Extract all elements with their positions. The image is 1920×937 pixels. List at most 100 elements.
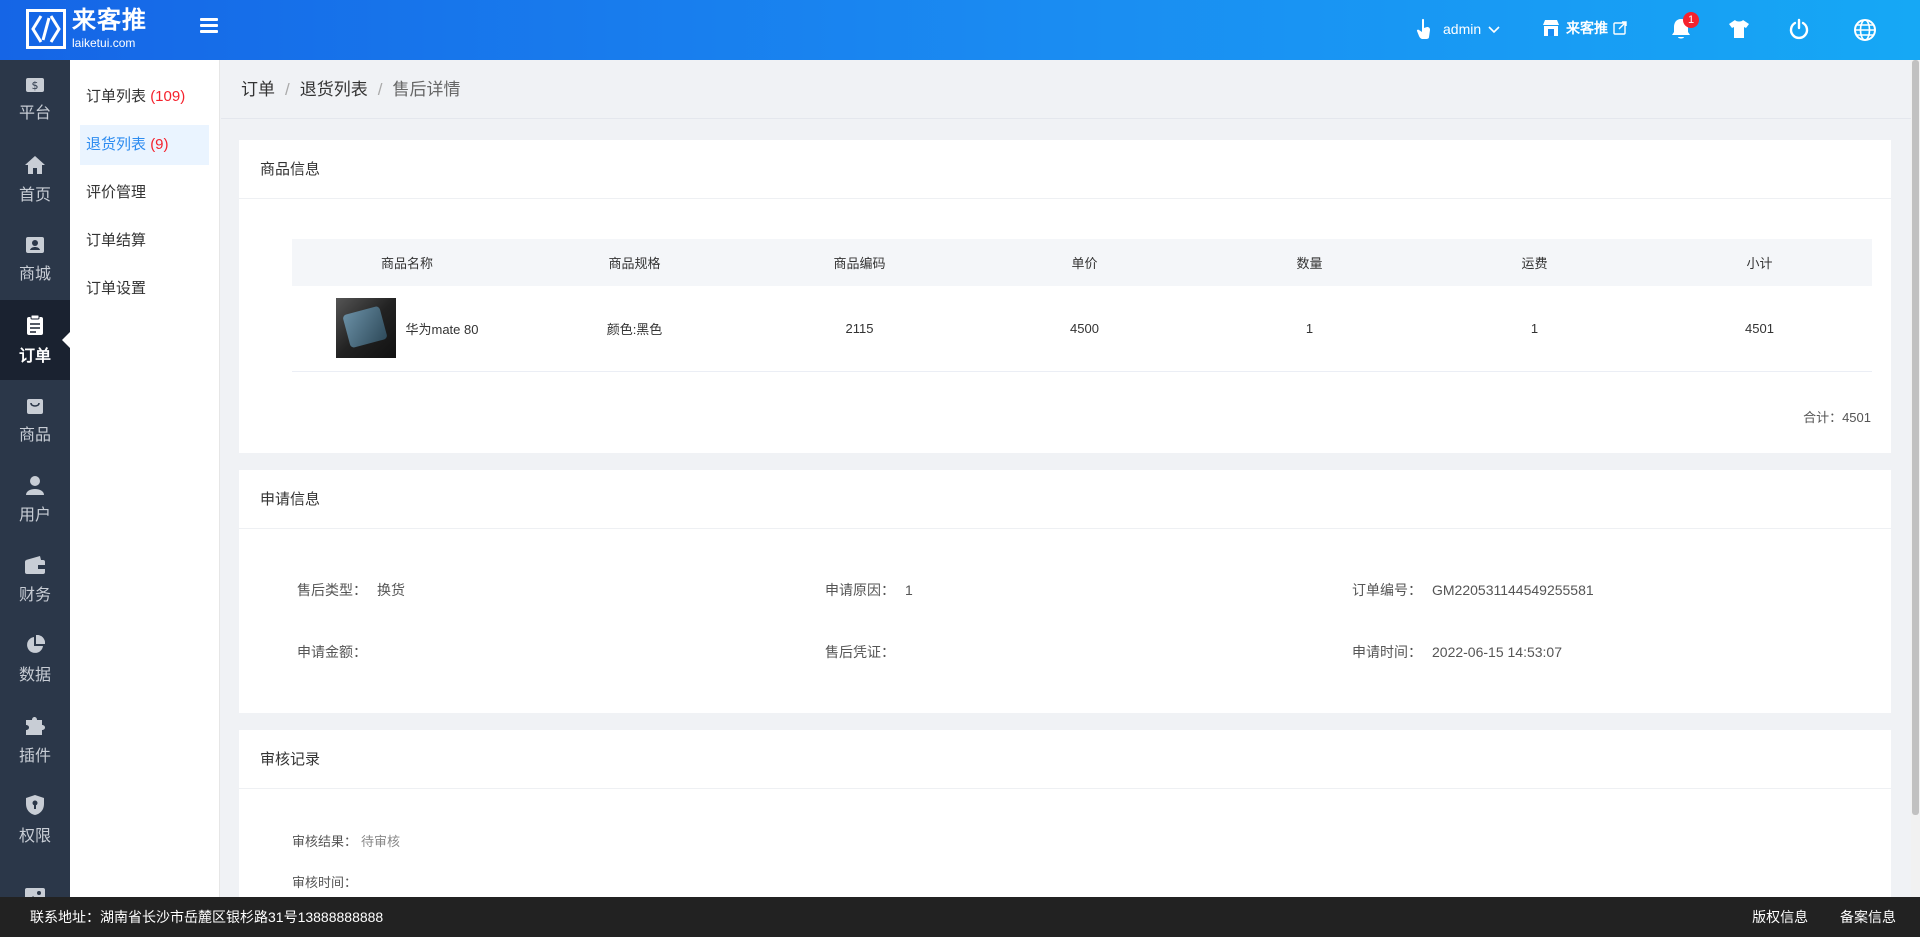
total-value: 4501 (1842, 410, 1871, 425)
logout-button[interactable] (1788, 18, 1810, 40)
nav-label: 商城 (18, 266, 51, 283)
aftersale-type-value: 换货 (377, 582, 405, 598)
product-price: 4500 (972, 286, 1197, 372)
subnav-label: 订单列表 (86, 88, 147, 105)
nav-item-platform[interactable]: $ 平台 (0, 60, 70, 140)
nav-item-users[interactable]: 用户 (0, 460, 70, 540)
subnav-count: (9) (150, 136, 169, 153)
order-number-value: GM220531144549255581 (1432, 582, 1594, 598)
product-qty: 1 (1197, 286, 1422, 372)
nav-item-mall[interactable]: 商城 (0, 220, 70, 300)
nav-label: 平台 (18, 105, 51, 122)
goods-info-card: 商品信息 商品名称 商品规格 商品编码 单价 数量 运费 小计 华为mate 8… (239, 140, 1891, 453)
nav-label: 用户 (18, 507, 51, 524)
logo-mark-icon (26, 9, 66, 49)
logo-name: 来客推 (72, 7, 147, 34)
apply-info-card: 申请信息 售后类型： 换货 申请原因： 1 订单编号： GM2205311445492… (239, 470, 1891, 713)
column-header: 商品名称 (292, 239, 522, 286)
footer-address: 联系地址：湖南省长沙市岳麓区银杉路31号13888888888 (30, 909, 384, 925)
user-name: admin (1443, 21, 1482, 37)
shirt-icon (1729, 20, 1749, 38)
breadcrumb: 订单 / 退货列表 / 售后详情 (221, 60, 1912, 119)
audit-result-value: 待审核 (361, 834, 401, 849)
wallet-icon (25, 556, 45, 574)
copyright-link[interactable]: 版权信息 (1752, 909, 1808, 925)
nav-item-orders[interactable]: 订单 (0, 300, 70, 380)
audit-record-card: 审核记录 审核结果： 待审核 审核时间： (239, 730, 1891, 897)
theme-button[interactable] (1728, 18, 1750, 40)
total-label: 合计： (1803, 410, 1843, 425)
product-code: 2115 (747, 286, 972, 372)
store-icon (26, 237, 44, 253)
nav-label: 权限 (18, 828, 51, 845)
nav-item-plugins[interactable]: 插件 (0, 700, 70, 780)
card-title: 商品信息 (239, 140, 1891, 199)
nav-label: 商品 (18, 427, 51, 444)
nav-item-media[interactable] (0, 860, 70, 897)
pie-chart-icon (27, 635, 45, 653)
chevron-down-icon (1488, 26, 1500, 34)
user-hand-icon (1416, 18, 1430, 39)
nav-label: 插件 (18, 748, 51, 765)
nav-item-permissions[interactable]: 权限 (0, 780, 70, 860)
card-title: 申请信息 (239, 470, 1891, 529)
subnav-settings[interactable]: 订单设置 (80, 269, 209, 309)
subnav-reviews[interactable]: 评价管理 (80, 173, 209, 213)
aftersale-type: 售后类型： 换货 (297, 582, 405, 598)
notification-bell[interactable]: 1 (1670, 12, 1699, 41)
product-spec: 颜色:黑色 (522, 286, 747, 372)
logo-domain: laiketui.com (72, 36, 136, 50)
subnav-settlement[interactable]: 订单结算 (80, 221, 209, 261)
nav-item-data[interactable]: 数据 (0, 620, 70, 700)
product-subtotal: 4501 (1647, 286, 1872, 372)
aftersale-proof: 售后凭证： (825, 644, 895, 660)
language-button[interactable] (1853, 18, 1877, 42)
nav-item-goods[interactable]: 商品 (0, 380, 70, 460)
store-link[interactable]: 来客推 (1542, 18, 1627, 38)
apply-time: 申请时间： 2022-06-15 14:53:07 (1352, 644, 1562, 660)
primary-nav: $ 平台 首页 商城 订单 商品 用户 财务 数据 插件 权限 (0, 60, 70, 897)
footer: 联系地址：湖南省长沙市岳麓区银杉路31号13888888888 版权信息 备案信… (0, 897, 1920, 937)
user-menu[interactable]: admin (1415, 18, 1501, 40)
secondary-nav: 订单列表 (109) 退货列表 (9) 评价管理 订单结算 订单设置 (70, 60, 220, 897)
subnav-label: 订单结算 (86, 232, 147, 249)
subnav-count: (109) (150, 88, 186, 105)
apply-time-value: 2022-06-15 14:53:07 (1432, 644, 1562, 660)
top-header: 来客推 laiketui.com admin 来客推 1 (0, 0, 1920, 60)
nav-item-finance[interactable]: 财务 (0, 540, 70, 620)
goods-table: 商品名称 商品规格 商品编码 单价 数量 运费 小计 华为mate 80 颜色:… (292, 239, 1872, 372)
nav-item-home[interactable]: 首页 (0, 140, 70, 220)
order-number: 订单编号： GM220531144549255581 (1352, 582, 1594, 598)
column-header: 单价 (972, 239, 1197, 286)
column-header: 运费 (1422, 239, 1647, 286)
nav-label: 财务 (18, 587, 51, 604)
nav-label: 订单 (18, 348, 51, 365)
breadcrumb-return-list[interactable]: 退货列表 (300, 80, 368, 99)
nav-label: 首页 (18, 187, 51, 204)
main-content: 订单 / 退货列表 / 售后详情 商品信息 商品名称 商品规格 商品编码 单价 数量 运… (221, 60, 1912, 897)
audit-time: 审核时间： (292, 875, 358, 890)
shield-icon (26, 795, 44, 815)
table-header-row: 商品名称 商品规格 商品编码 单价 数量 运费 小计 (292, 239, 1872, 286)
subnav-label: 订单设置 (86, 280, 147, 297)
store-icon (1543, 20, 1559, 36)
product-name: 华为mate 80 (405, 321, 479, 337)
card-title: 审核记录 (239, 730, 1891, 789)
page-scrollbar[interactable] (1911, 60, 1920, 897)
subnav-order-list[interactable]: 订单列表 (109) (80, 77, 209, 117)
clipboard-icon (27, 314, 43, 335)
subnav-return-list[interactable]: 退货列表 (9) (80, 125, 209, 165)
column-header: 商品编码 (747, 239, 972, 286)
home-icon (25, 156, 45, 174)
product-shipping: 1 (1422, 286, 1647, 372)
puzzle-icon (26, 717, 45, 735)
column-header: 商品规格 (522, 239, 747, 286)
icp-link[interactable]: 备案信息 (1840, 909, 1896, 925)
store-name: 来客推 (1566, 20, 1608, 36)
logo[interactable]: 来客推 laiketui.com (26, 9, 147, 49)
breadcrumb-orders[interactable]: 订单 (241, 80, 275, 99)
scrollbar-thumb[interactable] (1912, 60, 1919, 815)
table-row: 华为mate 80 颜色:黑色 2115 4500 1 1 4501 (292, 286, 1872, 372)
user-icon (26, 476, 44, 495)
menu-toggle-icon[interactable] (200, 18, 220, 38)
